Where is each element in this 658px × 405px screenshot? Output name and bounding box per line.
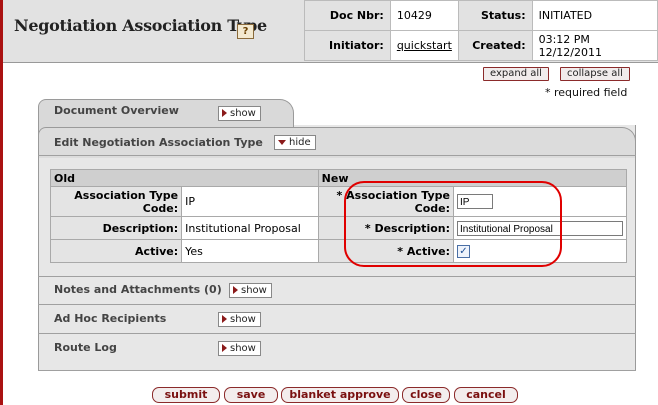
initiator-cell: quickstart [389,30,459,61]
edit-hide-button[interactable]: hide [274,135,316,150]
initiator-link[interactable]: quickstart [397,39,452,52]
tab-adhoc-title: Ad Hoc Recipients [54,312,167,325]
new-active-cell: ✓ [453,239,627,263]
close-button[interactable]: close [402,387,450,403]
old-active-label: Active: [49,239,183,263]
required-field-note: * required field [545,86,628,99]
new-active-label-cell: * Active: [317,239,455,263]
triangle-right-icon [233,286,238,294]
divider [38,155,636,156]
association-type-code-input[interactable]: IP [457,194,493,209]
doc-nbr-label: Doc Nbr: [304,0,391,31]
blanket-approve-button[interactable]: blanket approve [281,387,399,403]
adhoc-show-button[interactable]: show [218,312,261,327]
new-active-label: Active: [406,244,450,258]
initiator-label: Initiator: [304,30,391,61]
save-button[interactable]: save [224,387,278,403]
edit-table: Old New Association Type Code: IP * Asso… [49,169,628,263]
created-value: 03:12 PM 12/12/2011 [531,30,658,61]
divider [38,304,636,305]
triangle-right-icon [222,315,227,323]
status-label: Status: [457,0,533,31]
expand-all-button[interactable]: expand all [483,67,549,81]
collapse-all-button[interactable]: collapse all [560,67,630,81]
triangle-down-icon [278,139,286,145]
adhoc-toggle-label: show [230,314,256,325]
new-association-type-code-label: Association Type Code: [346,188,450,215]
new-association-type-code-cell: IP [453,186,627,217]
new-association-type-code-label-cell: * Association Type Code: [317,186,455,217]
new-description-cell: Institutional Proposal [453,216,627,240]
triangle-right-icon [222,109,227,117]
required-marker: * [336,188,343,202]
triangle-right-icon [222,344,227,352]
tab-document-overview-title: Document Overview [54,104,179,117]
tab-edit-title: Edit Negotiation Association Type [54,136,263,149]
active-checkbox[interactable]: ✓ [457,245,470,258]
divider [38,276,636,277]
tab-route-log-title: Route Log [54,341,117,354]
tab-notes-title: Notes and Attachments (0) [54,283,222,296]
old-column-header: Old [50,169,319,187]
edit-toggle-label: hide [289,137,311,148]
old-active-value: Yes [181,239,319,263]
status-value: INITIATED [531,0,658,31]
document-info-table: Doc Nbr: 10429 Status: INITIATED Initiat… [304,0,658,61]
notes-toggle-label: show [241,285,267,296]
created-label: Created: [457,30,533,61]
old-association-type-code-value: IP [181,186,319,217]
new-description-label-cell: * Description: [317,216,455,240]
old-association-type-code-label: Association Type Code: [49,186,183,217]
page-title: Negotiation Association Type [14,16,267,35]
required-marker: * [364,221,371,235]
required-marker: * [397,244,404,258]
new-description-label: Description: [374,221,450,235]
submit-button[interactable]: submit [152,387,220,403]
divider [38,370,636,371]
divider [38,333,636,334]
document-overview-toggle-label: show [230,108,256,119]
document-overview-show-button[interactable]: show [218,106,261,121]
cancel-button[interactable]: cancel [454,387,518,403]
old-description-value: Institutional Proposal [181,216,319,240]
route-log-toggle-label: show [230,343,256,354]
doc-nbr-value: 10429 [389,0,459,31]
new-column-header: New [317,169,628,187]
route-log-show-button[interactable]: show [218,341,261,356]
description-input[interactable]: Institutional Proposal [457,220,623,236]
old-description-label: Description: [49,216,183,240]
notes-show-button[interactable]: show [229,283,272,298]
help-icon[interactable]: ? [237,24,254,39]
